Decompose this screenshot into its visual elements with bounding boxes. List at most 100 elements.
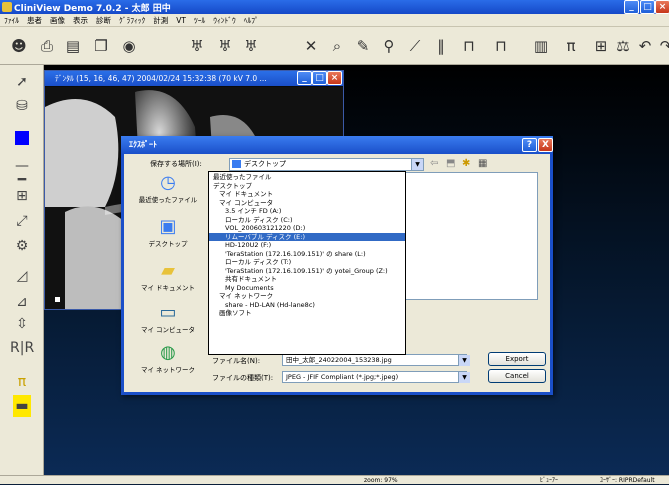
- camera-icon[interactable]: ◉: [118, 35, 140, 57]
- place-documents[interactable]: ▰ マイ ドキュメント: [134, 260, 202, 292]
- clock-icon: ◷: [160, 172, 176, 193]
- dropdown-item[interactable]: VOL_200603121220 (D:): [209, 224, 405, 233]
- export-button[interactable]: Export: [488, 352, 546, 366]
- menu-graphic[interactable]: ｸﾞﾗﾌｨｯｸ: [115, 14, 149, 26]
- app-title-bar: CliniView Demo 7.0.2 - 太郎 田中 _ □ ×: [0, 0, 669, 14]
- printer-icon[interactable]: ⎙: [36, 35, 58, 57]
- save-icon[interactable]: ▤: [62, 35, 84, 57]
- filetype-label: ファイルの種類(T):: [212, 374, 274, 382]
- dropdown-item[interactable]: 'TeraStation (172.16.109.151)' の yotei_G…: [209, 267, 405, 276]
- dropdown-item-selected[interactable]: リムーバブル ディスク (E:): [209, 232, 405, 241]
- implant-tool-icon[interactable]: π: [10, 371, 34, 393]
- scale-icon[interactable]: ⚖: [612, 35, 634, 57]
- lookin-row: 保存する場所(I): デスクトップ ▼ ⇦ ⬒ ✱ ▦: [144, 158, 544, 172]
- dropdown-item[interactable]: ローカル ディスク (T:): [209, 258, 405, 267]
- place-desktop[interactable]: ▣ デスクトップ: [134, 216, 202, 248]
- copy-icon[interactable]: ❐: [90, 35, 112, 57]
- stand-icon[interactable]: π: [560, 35, 582, 57]
- close-button[interactable]: ×: [655, 0, 669, 14]
- tooth-pair-icon[interactable]: ♅: [214, 35, 236, 57]
- filetype-dropdown-icon[interactable]: ▼: [458, 372, 470, 383]
- tooth-select-icon[interactable]: ♅: [240, 35, 262, 57]
- dropdown-item[interactable]: My Documents: [209, 284, 405, 293]
- dialog-help-button[interactable]: ?: [522, 138, 537, 152]
- up-folder-icon[interactable]: ⬒: [446, 158, 455, 169]
- dropdown-item[interactable]: マイ ドキュメント: [209, 190, 405, 199]
- chevron-down-icon[interactable]: ▼: [411, 159, 423, 170]
- menu-diagnosis[interactable]: 診断: [92, 14, 115, 26]
- image-minimize-button[interactable]: _: [297, 71, 312, 85]
- status-bar: zoom: 97% ﾋﾞｭｰｱｰ ﾕｰｻﾞｰ: RIPRDefault: [0, 475, 669, 484]
- magic-icon[interactable]: ⚲: [378, 35, 400, 57]
- menu-vt[interactable]: VT: [172, 15, 190, 25]
- left-tool-panel: ➚ ⛁ — ━ ⊞ ⤢ ⚙ ◿ ⊿ ⇳ R|R π ▬: [0, 65, 44, 480]
- implant-add-icon[interactable]: ⊓: [490, 35, 512, 57]
- patient-icon[interactable]: ☻: [8, 35, 30, 57]
- filename-dropdown-icon[interactable]: ▼: [458, 355, 470, 366]
- dialog-title: ｴｸｽﾎﾟｰﾄ: [121, 136, 553, 154]
- dropdown-item[interactable]: デスクトップ: [209, 182, 405, 191]
- dropdown-item[interactable]: ローカル ディスク (C:): [209, 216, 405, 225]
- place-recent[interactable]: ◷ 最近使ったファイル: [134, 172, 202, 204]
- place-computer[interactable]: ▭ マイ コンピュータ: [134, 302, 202, 334]
- crosshair-icon[interactable]: ✕: [300, 35, 322, 57]
- bucket-icon[interactable]: ⛁: [10, 95, 34, 117]
- bracket-tool-icon[interactable]: ▬: [13, 395, 31, 417]
- redo-icon[interactable]: ↷: [655, 35, 669, 57]
- menu-tools[interactable]: ﾂｰﾙ: [190, 14, 209, 26]
- filetype-select[interactable]: JPEG - JFIF Compliant (*.jpg;*.jpeg): [282, 371, 467, 383]
- zoom-icon[interactable]: ⌕: [326, 35, 348, 57]
- ruler-icon[interactable]: ⟋: [404, 35, 426, 57]
- app-icon: [2, 2, 12, 12]
- menu-patient[interactable]: 患者: [23, 14, 46, 26]
- grid-icon[interactable]: ⊞: [10, 185, 34, 207]
- dropdown-item[interactable]: マイ ネットワーク: [209, 292, 405, 301]
- image-maximize-button[interactable]: □: [312, 71, 327, 85]
- dropdown-item[interactable]: share - HD-LAN (Hd-lane8c): [209, 301, 405, 310]
- brush-icon[interactable]: ✎: [352, 35, 374, 57]
- tools-icon[interactable]: ⊞: [590, 35, 612, 57]
- color-swatch-icon[interactable]: [10, 127, 34, 149]
- scale-tool-icon[interactable]: ⇳: [10, 313, 34, 335]
- triangle-icon[interactable]: ◿: [10, 265, 34, 287]
- menu-image[interactable]: 画像: [46, 14, 69, 26]
- view-menu-icon[interactable]: ▦: [478, 158, 487, 169]
- dropdown-item[interactable]: 共有ドキュメント: [209, 275, 405, 284]
- dropdown-item[interactable]: マイ コンピュータ: [209, 199, 405, 208]
- undo-icon[interactable]: ↶: [634, 35, 656, 57]
- dropdown-item[interactable]: 最近使ったファイル: [209, 173, 405, 182]
- menu-view[interactable]: 表示: [69, 14, 92, 26]
- back-icon[interactable]: ⇦: [430, 158, 438, 169]
- dropdown-item[interactable]: 3.5 インチ FD (A:): [209, 207, 405, 216]
- angle-icon[interactable]: ⊓: [458, 35, 480, 57]
- implant-icon[interactable]: ‖: [430, 35, 452, 57]
- menu-file[interactable]: ﾌｧｲﾙ: [0, 14, 23, 26]
- filename-field[interactable]: 田中_太郎_24022004_153238.jpg: [282, 354, 467, 366]
- dropdown-item[interactable]: 'TeraStation (172.16.109.151)' の share (…: [209, 250, 405, 259]
- angle-tool-icon[interactable]: ⊿: [10, 291, 34, 313]
- stretch-icon[interactable]: ⤢: [10, 210, 34, 232]
- cancel-button[interactable]: Cancel: [488, 369, 546, 383]
- dialog-close-button[interactable]: X: [538, 138, 553, 152]
- lookin-value: デスクトップ: [244, 160, 286, 168]
- filename-label: ファイル名(N):: [212, 357, 261, 365]
- maximize-button[interactable]: □: [640, 0, 655, 14]
- menu-help[interactable]: ﾍﾙﾌﾟ: [240, 14, 263, 26]
- tooth-icon[interactable]: ♅: [186, 35, 208, 57]
- bracket-icon[interactable]: ▥: [530, 35, 552, 57]
- pointer-icon[interactable]: ➚: [10, 71, 34, 93]
- menu-window[interactable]: ｳｨﾝﾄﾞｳ: [209, 14, 240, 26]
- image-close-button[interactable]: ×: [327, 71, 342, 85]
- export-dialog: ｴｸｽﾎﾟｰﾄ ? X 保存する場所(I): デスクトップ ▼ ⇦ ⬒ ✱ ▦ …: [121, 136, 553, 395]
- mirror-icon[interactable]: R|R: [10, 337, 34, 359]
- lookin-combo[interactable]: デスクトップ ▼: [229, 158, 424, 171]
- place-network[interactable]: ◍ マイ ネットワーク: [134, 342, 202, 374]
- dropdown-item[interactable]: HD-120U2 (F:): [209, 241, 405, 250]
- dropdown-item[interactable]: 画像ソフト: [209, 309, 405, 318]
- app-title: CliniView Demo 7.0.2 - 太郎 田中: [14, 4, 171, 14]
- minimize-button[interactable]: _: [624, 0, 639, 14]
- new-folder-icon[interactable]: ✱: [462, 158, 470, 169]
- morph-icon[interactable]: ⚙: [10, 235, 34, 257]
- menu-measure[interactable]: 計測: [149, 14, 172, 26]
- toolbar: ☻ ⎙ ▤ ❐ ◉ ♅ ♅ ♅ ✕ ⌕ ✎ ⚲ ⟋ ‖ ⊓ ⊓ ▥ π ⊞ ⚖ …: [0, 27, 669, 65]
